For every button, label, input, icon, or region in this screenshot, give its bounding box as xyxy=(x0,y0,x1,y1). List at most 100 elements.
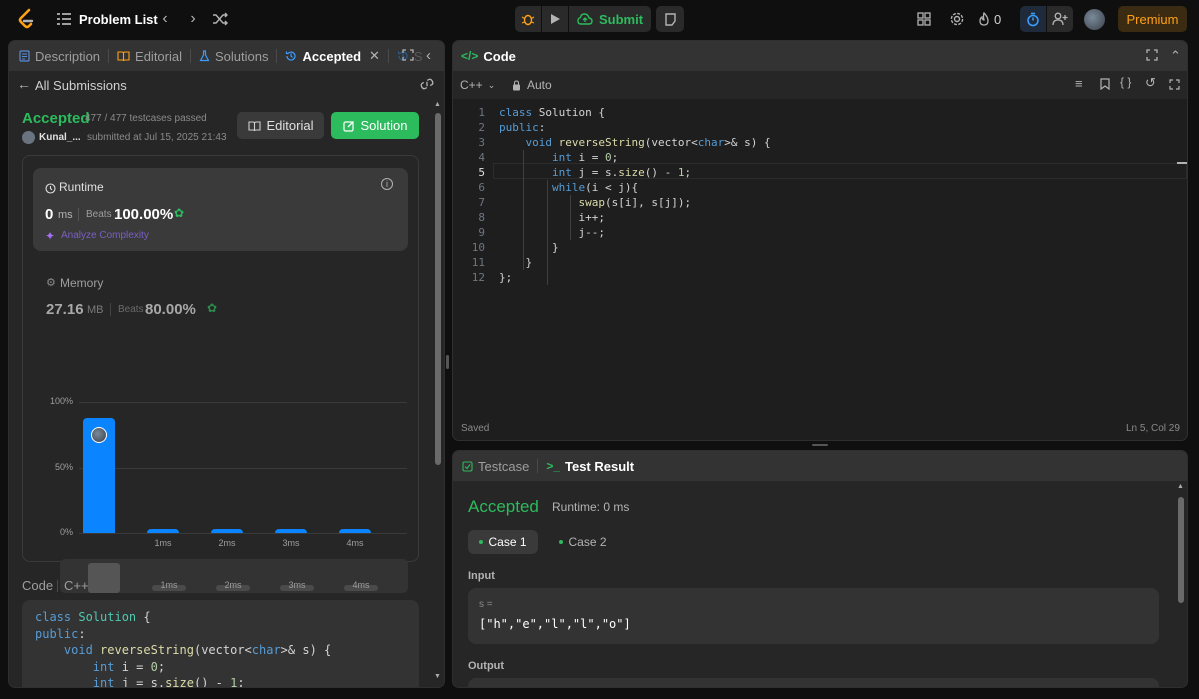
submit-button[interactable]: Submit xyxy=(569,6,651,32)
case-2-button[interactable]: Case 2 xyxy=(548,530,618,554)
format-icon[interactable]: ≡ xyxy=(1075,76,1083,91)
line-number: 4 xyxy=(478,151,485,164)
tab-solutions-label: Solutions xyxy=(215,48,269,64)
chart-gridline xyxy=(79,402,407,403)
flask-icon xyxy=(199,50,210,62)
link-icon[interactable] xyxy=(420,77,434,95)
user-avatar[interactable] xyxy=(22,131,35,144)
maximize-icon[interactable] xyxy=(402,49,414,61)
scroll-thumb[interactable] xyxy=(1178,497,1184,603)
tab-testcase[interactable]: Testcase xyxy=(453,451,537,481)
edit-icon xyxy=(342,120,354,132)
vertical-splitter[interactable] xyxy=(446,355,449,369)
shuffle-icon[interactable] xyxy=(209,9,231,29)
language-label: C++ xyxy=(460,78,483,92)
back-arrow-icon[interactable]: ← xyxy=(17,76,31,92)
tab-accepted[interactable]: Accepted ✕ xyxy=(277,41,387,71)
code-line[interactable]: i++; xyxy=(499,210,605,225)
indent-guide xyxy=(547,180,548,285)
scrubber-tick-label: 2ms xyxy=(224,580,242,590)
tab-test-result[interactable]: >_ Test Result xyxy=(538,451,642,481)
maximize-icon[interactable] xyxy=(1146,49,1158,64)
chart-bar-0ms[interactable] xyxy=(83,417,115,533)
editorial-button-label: Editorial xyxy=(266,118,314,133)
code-line[interactable]: void reverseString(vector<char>& s) { xyxy=(499,135,771,150)
case-1-button[interactable]: Case 1 xyxy=(468,530,538,554)
indent-guide xyxy=(523,150,524,270)
avatar[interactable] xyxy=(1084,9,1105,30)
tab-testcase-label: Testcase xyxy=(478,458,530,474)
checkbox-icon xyxy=(462,460,473,472)
layout-grid-icon[interactable] xyxy=(910,5,938,33)
prev-problem-icon[interactable]: ‹ xyxy=(155,9,175,29)
auto-mode[interactable]: Auto xyxy=(527,78,552,92)
scrubber-tick-label: 4ms xyxy=(352,580,370,590)
scroll-down-arrow[interactable]: ▼ xyxy=(434,673,441,680)
bookmark-icon[interactable] xyxy=(1100,77,1110,95)
distribution-scrubber[interactable]: 1ms 2ms 3ms 4ms xyxy=(60,559,408,593)
collapse-icon[interactable]: ‹ xyxy=(426,47,431,64)
code-panel-header: </> Code ⌃ xyxy=(453,41,1187,71)
tab-code-label: Code xyxy=(483,48,516,64)
problem-list-icon[interactable] xyxy=(54,9,74,29)
input-var-name: s = xyxy=(479,599,493,610)
scrubber-handle[interactable] xyxy=(88,563,120,593)
reset-icon[interactable]: ↺ xyxy=(1145,75,1156,91)
solution-button[interactable]: Solution xyxy=(331,112,419,139)
notes-button[interactable] xyxy=(656,6,684,32)
premium-button[interactable]: Premium xyxy=(1118,6,1187,32)
chart-bar-4ms[interactable] xyxy=(339,529,371,533)
tab-description[interactable]: Description xyxy=(9,41,108,71)
code-line[interactable]: j--; xyxy=(499,225,605,240)
code-line[interactable]: } xyxy=(499,255,532,270)
tab-solutions[interactable]: Solutions xyxy=(191,41,276,71)
code-lang-label: C++ xyxy=(64,578,89,593)
chart-bar-3ms[interactable] xyxy=(275,529,307,533)
close-tab-icon[interactable]: ✕ xyxy=(369,48,380,64)
braces-icon[interactable]: { } xyxy=(1120,75,1131,89)
tab-code[interactable]: </> Code xyxy=(453,41,524,71)
language-select[interactable]: C++ ⌄ xyxy=(460,78,495,92)
result-tab-bar: Testcase >_ Test Result xyxy=(453,451,1187,481)
streak-counter[interactable]: 0 xyxy=(978,9,1001,29)
chart-x-tick-label: 4ms xyxy=(346,538,364,548)
run-button[interactable] xyxy=(542,6,568,32)
next-problem-icon[interactable]: › xyxy=(183,9,203,29)
scroll-up-arrow[interactable]: ▲ xyxy=(434,101,441,108)
chart-y-tick-label: 0% xyxy=(59,527,73,537)
code-line[interactable]: int j = s.size() - 1; xyxy=(499,165,691,180)
left-scrollbar[interactable]: ▲ ▼ xyxy=(434,101,441,686)
editorial-button[interactable]: Editorial xyxy=(237,112,324,139)
code-line[interactable]: while(i < j){ xyxy=(499,180,638,195)
result-status: Accepted xyxy=(468,497,539,516)
history-icon xyxy=(286,51,297,61)
leetcode-logo[interactable] xyxy=(14,7,38,31)
scroll-thumb[interactable] xyxy=(435,113,441,465)
minimap-cursor xyxy=(1177,162,1187,164)
gear-icon[interactable] xyxy=(943,5,971,33)
code-line[interactable]: public: xyxy=(499,120,545,135)
problem-list-link[interactable]: Problem List xyxy=(79,12,158,27)
username[interactable]: Kunal_... xyxy=(39,132,81,143)
chart-gridline xyxy=(79,533,407,534)
timer-button[interactable] xyxy=(1020,6,1046,32)
line-number: 11 xyxy=(471,256,485,269)
code-line[interactable]: } xyxy=(499,240,559,255)
code-line[interactable]: class Solution { xyxy=(499,105,605,120)
debug-button[interactable] xyxy=(515,6,541,32)
chart-bar-2ms[interactable] xyxy=(211,529,243,533)
code-line[interactable]: }; xyxy=(499,270,512,285)
result-scrollbar[interactable]: ▲ xyxy=(1177,483,1185,685)
collapse-icon[interactable]: ⌃ xyxy=(1170,48,1181,64)
code-editor[interactable]: 1 class Solution {2 public: 3 void reverseS… xyxy=(453,103,1187,293)
expand-icon[interactable] xyxy=(1169,77,1180,95)
code-line[interactable]: int i = 0; xyxy=(499,150,618,165)
code-line[interactable]: swap(s[i], s[j]); xyxy=(499,195,691,210)
add-user-button[interactable] xyxy=(1047,6,1073,32)
tab-editorial[interactable]: Editorial xyxy=(109,41,190,71)
chart-bar-1ms[interactable] xyxy=(147,529,179,533)
scroll-up-arrow[interactable]: ▲ xyxy=(1177,483,1184,490)
horizontal-splitter[interactable] xyxy=(812,444,828,446)
submitted-time: submitted at Jul 15, 2025 21:43 xyxy=(87,132,227,143)
all-submissions-link[interactable]: All Submissions xyxy=(35,78,127,93)
